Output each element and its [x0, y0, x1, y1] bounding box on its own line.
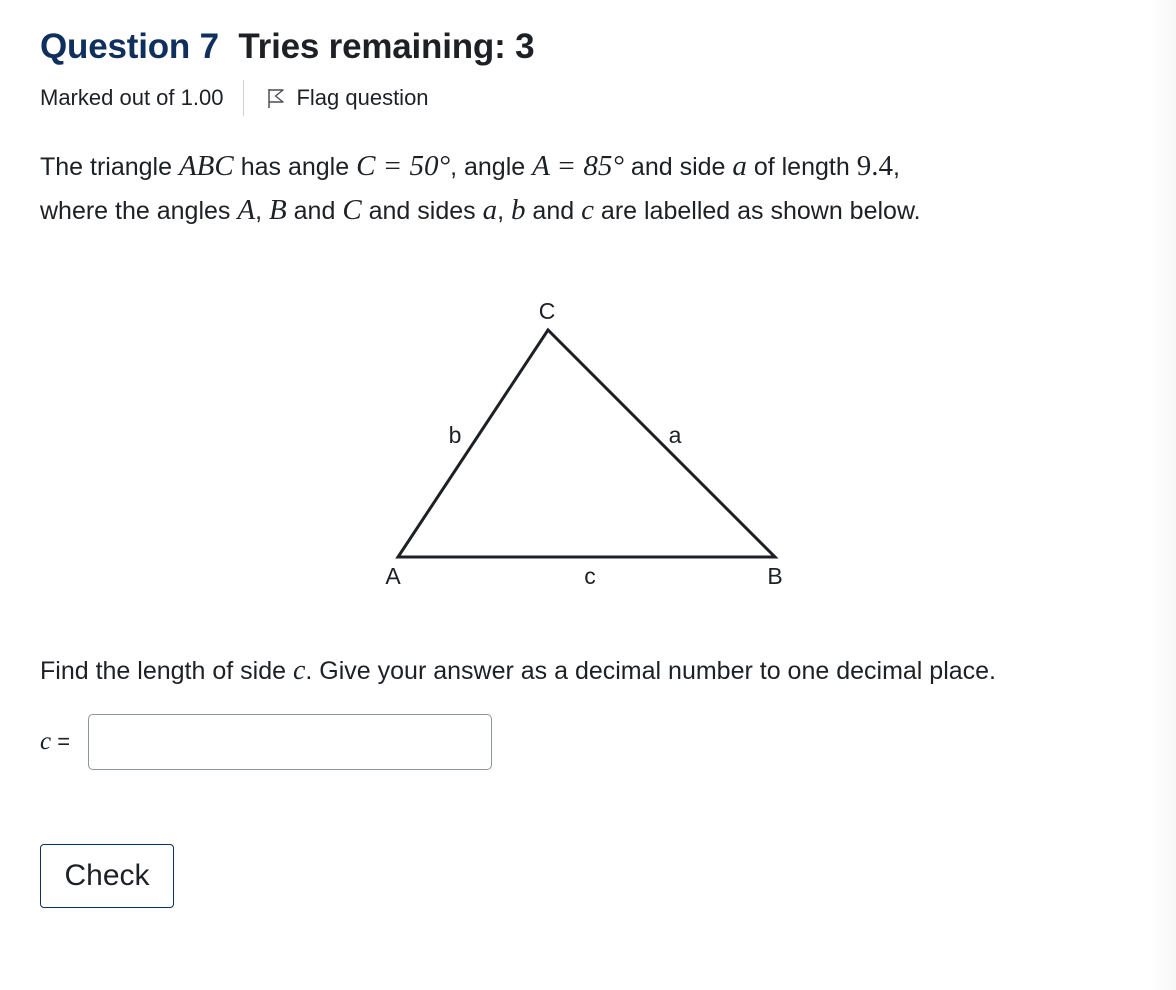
find-text: Find the length of side: [40, 657, 293, 685]
info-divider: [243, 80, 245, 116]
math-B: B: [268, 194, 287, 226]
math-A: A: [237, 194, 256, 226]
question-heading: Question 7 Tries remaining: 3: [40, 27, 535, 67]
qtext-part: where the angles: [40, 197, 238, 225]
math-abc: ABC: [178, 150, 234, 182]
qtext-part: , angle: [450, 153, 533, 181]
find-text: . Give your answer as a decimal number t…: [305, 657, 997, 685]
math-angle-c: C = 50°: [356, 150, 451, 182]
math-a: a: [482, 194, 498, 226]
marked-out-of: Marked out of 1.00: [40, 85, 224, 110]
flag-question-label: Flag question: [296, 85, 429, 110]
answer-label: c =: [40, 728, 88, 756]
qtext-part: The triangle: [40, 153, 179, 181]
math-c-find: c: [292, 655, 306, 686]
math-length: 9.4: [856, 150, 893, 182]
qtext-part: ,: [892, 153, 900, 181]
check-button[interactable]: Check: [40, 844, 174, 908]
question-number: 7: [199, 27, 219, 66]
question-text: The triangle ABC has angle C = 50°, angl…: [40, 145, 1140, 233]
flag-question-link[interactable]: Flag question: [266, 85, 429, 111]
qtext-part: and sides: [361, 197, 483, 225]
question-info: Marked out of 1.00 Flag question: [40, 80, 429, 116]
math-side-a: a: [732, 150, 747, 182]
math-c: c: [581, 194, 594, 226]
qtext-part: are labelled as shown below.: [593, 197, 921, 225]
qtext-part: of length: [746, 153, 857, 181]
qtext-part: and: [525, 197, 582, 225]
side-label-c: c: [584, 563, 596, 589]
flag-icon: [268, 89, 285, 108]
page: Question 7 Tries remaining: 3 Marked out…: [0, 0, 1176, 990]
answer-label-var: c: [40, 728, 52, 755]
answer-input[interactable]: [88, 714, 492, 770]
answer-label-eq: =: [51, 729, 71, 754]
qtext-part: ,: [497, 197, 511, 225]
question-word: Question: [40, 27, 191, 66]
vertex-label-c: C: [539, 298, 556, 324]
side-label-a: a: [669, 422, 682, 448]
find-instruction: Find the length of side c. Give your ans…: [40, 655, 996, 687]
qtext-part: has angle: [233, 153, 357, 181]
answer-row: c =: [40, 714, 492, 770]
qtext-part: and side: [623, 153, 733, 181]
tries-remaining: Tries remaining: 3: [238, 27, 535, 66]
side-label-b: b: [449, 422, 462, 448]
math-angle-a: A = 85°: [532, 150, 624, 182]
math-b: b: [510, 194, 526, 226]
vertex-label-a: A: [385, 563, 401, 589]
math-C: C: [342, 194, 362, 226]
qtext-part: and: [286, 197, 343, 225]
vertex-label-b: B: [767, 563, 782, 589]
qtext-part: ,: [255, 197, 269, 225]
triangle-diagram: C b a A c B: [385, 298, 782, 589]
